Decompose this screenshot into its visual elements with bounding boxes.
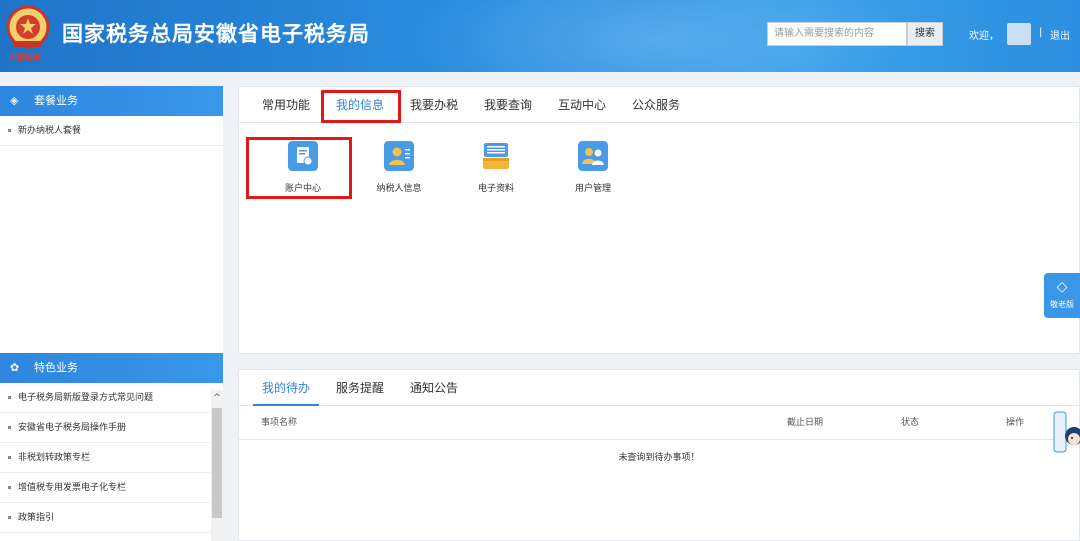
tab-service-reminder[interactable]: 服务提醒: [327, 370, 393, 406]
highlight-my-info-tab: [321, 90, 401, 123]
elderly-mode-icon: ◇: [1056, 279, 1068, 295]
highlight-account-center: [246, 137, 352, 199]
tab-my-todo[interactable]: 我的待办: [253, 370, 319, 406]
package-list: 新办纳税人套餐: [0, 116, 223, 146]
elderly-mode-button[interactable]: ◇ 敬老版: [1044, 273, 1080, 318]
user-name-redacted: [1007, 23, 1031, 45]
electronic-documents-icon: [483, 143, 509, 169]
search-button[interactable]: 搜索: [907, 22, 943, 46]
tab-query[interactable]: 我要查询: [475, 87, 541, 123]
sidebar-item-manual[interactable]: 安徽省电子税务局操作手册: [0, 413, 223, 443]
featured-list: 电子税务局新版登录方式常见问题 安徽省电子税务局操作手册 非税划转政策专栏 增值…: [0, 383, 223, 533]
tile-user-management[interactable]: 用户管理: [548, 141, 638, 201]
scroll-up-icon[interactable]: ^: [212, 392, 222, 404]
emblem-caption: 中国税务: [8, 53, 40, 62]
cluster-icon: ✿: [10, 361, 20, 374]
tab-common-functions[interactable]: 常用功能: [251, 87, 321, 123]
tab-notice[interactable]: 通知公告: [401, 370, 467, 406]
sidebar-item-login-faq[interactable]: 电子税务局新版登录方式常见问题: [0, 383, 223, 413]
section-title: 套餐业务: [34, 94, 78, 107]
sidebar-scrollbar[interactable]: ^: [211, 390, 223, 541]
site-title: 国家税务总局安徽省电子税务局: [62, 22, 370, 46]
tile-label: 电子资料: [477, 184, 514, 194]
column-status: 状态: [901, 418, 920, 428]
sidebar-section-featured[interactable]: ✿ 特色业务: [0, 353, 223, 383]
section-title: 特色业务: [34, 361, 78, 374]
welcome-text: 欢迎，: [969, 31, 999, 42]
sidebar-item-vat-invoice[interactable]: 增值税专用发票电子化专栏: [0, 473, 223, 503]
tax-emblem-icon: [6, 5, 50, 49]
user-management-icon: [578, 141, 608, 171]
column-action: 操作: [1006, 418, 1025, 428]
logout-link[interactable]: 退出: [1050, 27, 1070, 42]
tile-taxpayer-info[interactable]: 纳税人信息: [354, 141, 444, 201]
tile-label: 用户管理: [574, 184, 611, 194]
todo-tabs: 我的待办 服务提醒 通知公告: [239, 370, 1079, 406]
header-separator: |: [1039, 27, 1043, 38]
tile-label: 纳税人信息: [376, 184, 422, 194]
header-bar: 中国税务 国家税务总局安徽省电子税务局 请输入需要搜索的内容 搜索 欢迎， | …: [0, 0, 1080, 72]
sidebar-section-package[interactable]: ◈ 套餐业务: [0, 86, 223, 116]
scroll-thumb[interactable]: [212, 408, 222, 518]
elderly-mode-label: 敬老版: [1050, 300, 1074, 309]
sidebar-item-non-tax[interactable]: 非税划转政策专栏: [0, 443, 223, 473]
tab-tax-handling[interactable]: 我要办税: [401, 87, 467, 123]
taxpayer-info-icon: [384, 141, 414, 171]
sidebar-item-new-taxpayer-package[interactable]: 新办纳税人套餐: [0, 116, 223, 146]
tile-electronic-documents[interactable]: 电子资料: [451, 141, 541, 201]
sidebar-item-policy[interactable]: 政策指引: [0, 503, 223, 533]
column-deadline: 截止日期: [787, 418, 824, 428]
empty-todo-message: 未查询到待办事项！: [618, 453, 700, 463]
sidebar: ◈ 套餐业务 新办纳税人套餐 ✿ 特色业务 电子税务局新版登录方式常见问题 安徽…: [0, 86, 223, 541]
mascot-icon[interactable]: [1050, 410, 1080, 458]
tab-public-services[interactable]: 公众服务: [623, 87, 689, 123]
todo-table-header: 事项名称 截止日期 状态 操作: [239, 406, 1079, 440]
search-input[interactable]: 请输入需要搜索的内容: [767, 22, 907, 46]
layers-icon: ◈: [10, 94, 19, 107]
column-item-name: 事项名称: [261, 418, 298, 428]
function-panel: 常用功能 我的信息 我要办税 我要查询 互动中心 公众服务 账户中心 纳税人信息: [238, 86, 1080, 354]
todo-panel: 我的待办 服务提醒 通知公告 事项名称 截止日期 状态 操作 未查询到待办事项！: [238, 369, 1080, 541]
tab-interaction-center[interactable]: 互动中心: [549, 87, 615, 123]
